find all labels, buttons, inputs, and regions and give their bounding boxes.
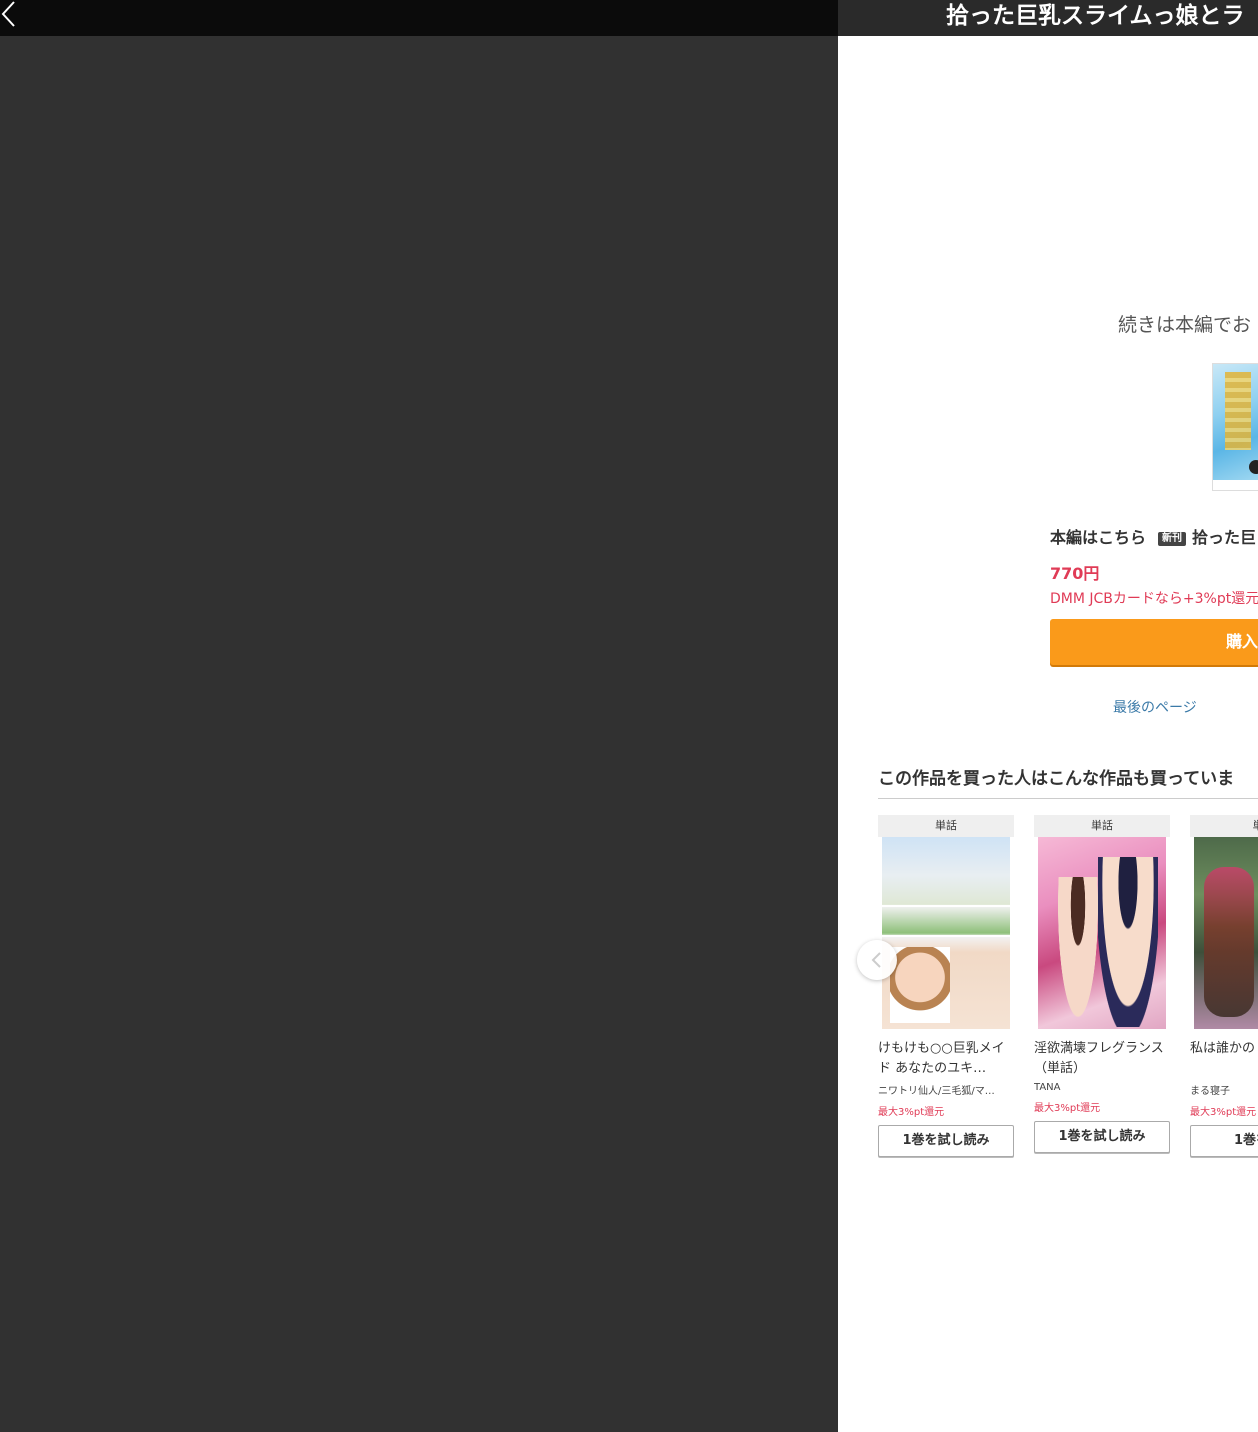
trial-read-button[interactable]: 1巻を試し読み (878, 1125, 1014, 1157)
thumbnail-art (1058, 877, 1098, 1017)
divider (878, 798, 1258, 799)
carousel-prev-button[interactable] (857, 940, 897, 980)
buy-button-label: 購入 (1226, 632, 1258, 651)
title-bar: 拾った巨乳スライムっ娘とラ (838, 0, 1258, 36)
card-badge: 単 (1190, 815, 1258, 837)
recommend-heading: この作品を買った人はこんな作品も買っていま (878, 769, 1235, 789)
price: 770円 (1050, 564, 1100, 583)
card-author[interactable]: TANA (1034, 1082, 1170, 1093)
cover-title-art (1225, 372, 1251, 450)
thumbnail-art (1098, 857, 1158, 1027)
card-point: 最大3%pt還元 (878, 1107, 945, 1118)
panel-divider (882, 935, 1010, 937)
card-title[interactable]: 私は誰かの（単話） (1190, 1039, 1258, 1079)
trial-read-button[interactable]: 1巻を試し読み (1034, 1121, 1170, 1153)
recommend-card[interactable]: 単 私は誰かの（単話） まる寝子 最大3%pt還元 1巻を試 (1190, 815, 1258, 1157)
cover-author-strip (1213, 480, 1258, 490)
page-title: 拾った巨乳スライムっ娘とラ (946, 3, 1245, 29)
recommend-card[interactable]: 単話 淫欲満壊フレグランス（単話） TANA 最大3%pt還元 1巻を試し読み (1034, 815, 1170, 1153)
card-title[interactable]: 淫欲満壊フレグランス（単話） (1034, 1039, 1170, 1079)
card-thumbnail[interactable] (1038, 837, 1166, 1029)
card-point-text: DMM JCBカードなら+3%pt還元 (1050, 591, 1258, 607)
viewer-page-area[interactable] (0, 36, 838, 1432)
card-badge: 単話 (878, 815, 1014, 837)
cover-heart-mark (1249, 460, 1258, 474)
continue-text: 続きは本編でお (1118, 314, 1252, 336)
card-title[interactable]: けもけも○○巨乳メイド あなたのユキ… (878, 1039, 1014, 1079)
card-thumbnail[interactable] (1194, 837, 1258, 1029)
chevron-left-icon (1, 1, 15, 27)
main-volume-title: 拾った巨 (1192, 528, 1257, 547)
main-volume-cover[interactable] (1212, 363, 1258, 491)
back-button[interactable] (0, 0, 24, 30)
card-thumbnail[interactable] (882, 837, 1010, 1029)
end-panel: 続きは本編でお 本編はこちら 新刊 拾った巨 770円 DMM JCBカードなら+3… (838, 36, 1258, 1432)
thumbnail-art (890, 947, 950, 1023)
card-author[interactable]: まる寝子 (1190, 1082, 1258, 1097)
card-point: 最大3%pt還元 (1034, 1103, 1101, 1114)
panel-divider (882, 905, 1010, 907)
thumbnail-art (1204, 867, 1254, 1017)
new-badge: 新刊 (1158, 532, 1187, 546)
recommend-card[interactable]: 単話 けもけも○○巨乳メイド あなたのユキ… ニワトリ仙人/三毛狐/マ… 最大3… (878, 815, 1014, 1157)
card-author[interactable]: ニワトリ仙人/三毛狐/マ… (878, 1082, 1014, 1097)
card-point: 最大3%pt還元 (1190, 1107, 1257, 1118)
card-badge: 単話 (1034, 815, 1170, 837)
main-volume-row[interactable]: 本編はこちら 新刊 拾った巨 (1050, 524, 1256, 548)
buy-button[interactable]: 購入 (1050, 619, 1258, 665)
last-page-link[interactable]: 最後のページ (1113, 697, 1197, 717)
main-volume-label: 本編はこちら (1050, 528, 1147, 547)
trial-read-button[interactable]: 1巻を試 (1190, 1125, 1258, 1157)
chevron-left-icon (871, 952, 881, 968)
